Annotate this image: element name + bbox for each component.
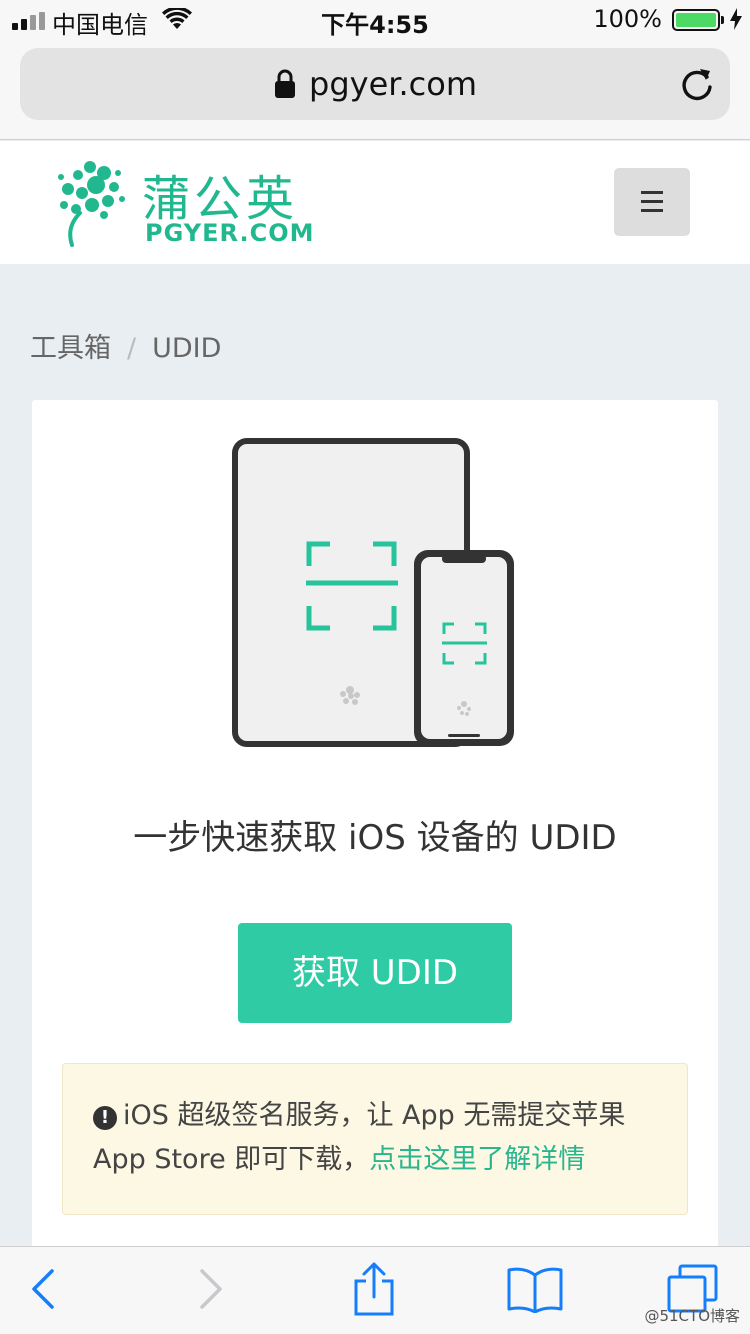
- udid-card: 一步快速获取 iOS 设备的 UDID 获取 UDID ! iOS 超级签名服务，…: [32, 400, 718, 1260]
- hamburger-menu-button[interactable]: [614, 168, 690, 236]
- dandelion-logo-icon[interactable]: [56, 157, 126, 247]
- logo-wordmark-en[interactable]: PGYER.COM: [145, 219, 314, 247]
- learn-more-link[interactable]: 点击这里了解详情: [369, 1144, 585, 1175]
- exclamation-circle-icon: !: [93, 1106, 117, 1130]
- status-bar: 中国电信 下午4:55 100%: [0, 0, 750, 40]
- back-icon[interactable]: [30, 1267, 56, 1311]
- charging-icon: [730, 8, 742, 30]
- get-udid-button[interactable]: 获取 UDID: [238, 923, 512, 1023]
- reload-icon[interactable]: [680, 66, 714, 102]
- bookmarks-icon[interactable]: [506, 1265, 564, 1313]
- battery-icon: [672, 9, 724, 31]
- battery-percentage: 100%: [593, 5, 662, 33]
- share-icon[interactable]: [352, 1261, 396, 1317]
- site-header: 蒲公英 PGYER.COM: [0, 141, 750, 264]
- url-text: pgyer.com: [309, 65, 477, 103]
- forward-icon[interactable]: [198, 1267, 224, 1311]
- breadcrumb-item-current: UDID: [152, 333, 222, 364]
- browser-chrome: pgyer.com: [0, 40, 750, 140]
- headline: 一步快速获取 iOS 设备的 UDID: [133, 818, 617, 858]
- breadcrumb-item-toolbox[interactable]: 工具箱: [30, 333, 111, 364]
- breadcrumb-separator: /: [127, 333, 137, 364]
- address-bar[interactable]: pgyer.com: [20, 48, 730, 120]
- watermark: @51CTO博客: [644, 1307, 740, 1325]
- breadcrumb: 工具箱 / UDID: [30, 326, 221, 365]
- safari-toolbar: @51CTO博客: [0, 1246, 750, 1334]
- super-signature-notice: ! iOS 超级签名服务，让 App 无需提交苹果 App Store 即可下载，…: [62, 1063, 688, 1215]
- devices-scan-illustration: [232, 438, 514, 747]
